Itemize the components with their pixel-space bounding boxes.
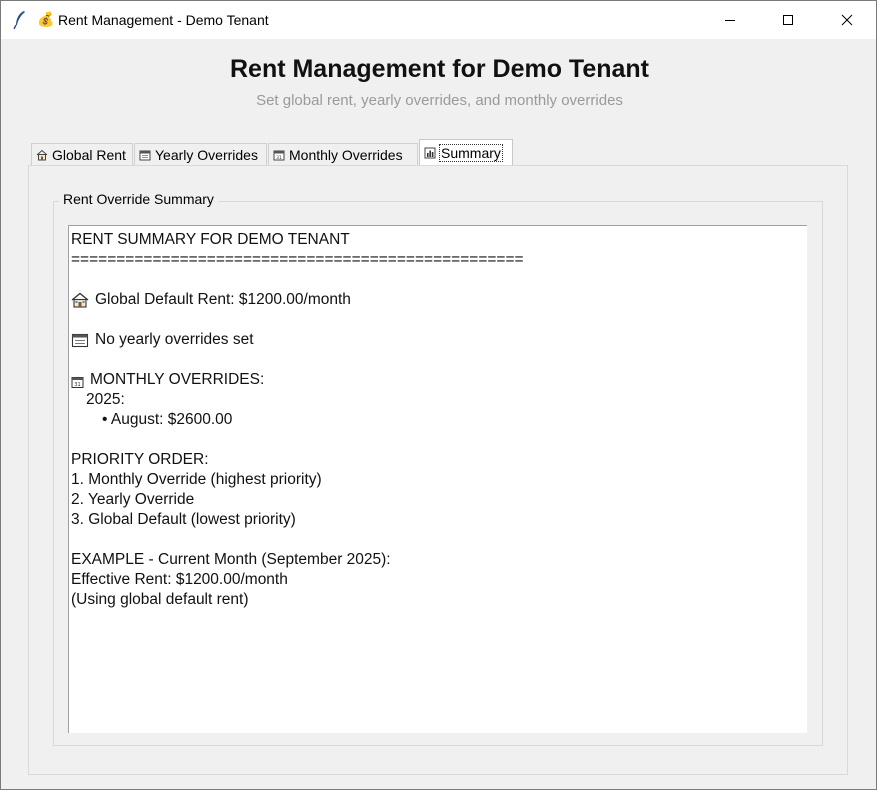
calendar-icon: [71, 333, 89, 348]
tab-global-rent[interactable]: Global Rent: [31, 143, 133, 165]
monthly-year: 2025:: [86, 391, 125, 408]
yearly-text: No yearly overrides set: [95, 331, 254, 348]
priority-header: PRIORITY ORDER:: [71, 451, 209, 468]
page-subtitle: Set global rent, yearly overrides, and m…: [256, 92, 623, 109]
summary-text-area[interactable]: RENT SUMMARY FOR DEMO TENANT ===========…: [68, 225, 807, 733]
bar-chart-icon: [424, 147, 436, 159]
calendar-icon: [139, 150, 151, 160]
date-calendar-icon: 31: [273, 150, 285, 161]
priority-item-2: 2. Yearly Override: [71, 491, 195, 508]
example-header: EXAMPLE - Current Month (September 2025)…: [71, 551, 391, 568]
tab-label: Summary: [439, 144, 503, 162]
title-bar: 💰 Rent Management - Demo Tenant: [1, 1, 876, 39]
group-title: Rent Override Summary: [59, 191, 218, 207]
house-icon: [36, 149, 48, 160]
close-button[interactable]: [818, 1, 876, 39]
app-window: 💰 Rent Management - Demo Tenant Rent Man…: [0, 0, 877, 790]
maximize-icon: [783, 15, 793, 25]
tab-label: Monthly Overrides: [289, 146, 403, 163]
page-title: Rent Management for Demo Tenant: [229, 55, 650, 83]
yearly-line: No yearly overrides set: [71, 330, 807, 350]
using-default-note: (Using global default rent): [71, 591, 249, 608]
minimize-icon: [725, 20, 735, 21]
house-icon: [71, 292, 89, 308]
tab-summary[interactable]: Summary: [419, 139, 513, 166]
tab-label: Global Rent: [52, 146, 126, 163]
money-bag-icon: 💰: [37, 12, 55, 28]
monthly-item: • August: $2600.00: [102, 411, 233, 428]
monthly-header-text: MONTHLY OVERRIDES:: [90, 371, 265, 388]
date-calendar-icon: 31: [71, 377, 84, 388]
tab-monthly-overrides[interactable]: 31 Monthly Overrides: [268, 143, 418, 165]
tab-yearly-overrides[interactable]: Yearly Overrides: [134, 143, 267, 165]
window-title: Rent Management - Demo Tenant: [58, 12, 269, 28]
svg-text:31: 31: [276, 155, 282, 161]
global-rent-line: Global Default Rent: $1200.00/month: [71, 290, 807, 310]
minimize-button[interactable]: [701, 1, 759, 39]
effective-rent: Effective Rent: $1200.00/month: [71, 571, 288, 588]
priority-item-3: 3. Global Default (lowest priority): [71, 511, 296, 528]
maximize-button[interactable]: [759, 1, 817, 39]
monthly-header-line: 31 MONTHLY OVERRIDES:: [71, 370, 807, 390]
global-rent-text: Global Default Rent: $1200.00/month: [95, 291, 351, 308]
priority-item-1: 1. Monthly Override (highest priority): [71, 471, 322, 488]
tab-label: Yearly Overrides: [155, 146, 258, 163]
summary-heading: RENT SUMMARY FOR DEMO TENANT: [71, 231, 350, 248]
feather-icon: [13, 11, 25, 30]
close-icon: [841, 14, 853, 26]
svg-text:31: 31: [74, 382, 80, 388]
summary-separator: ========================================…: [71, 251, 524, 268]
